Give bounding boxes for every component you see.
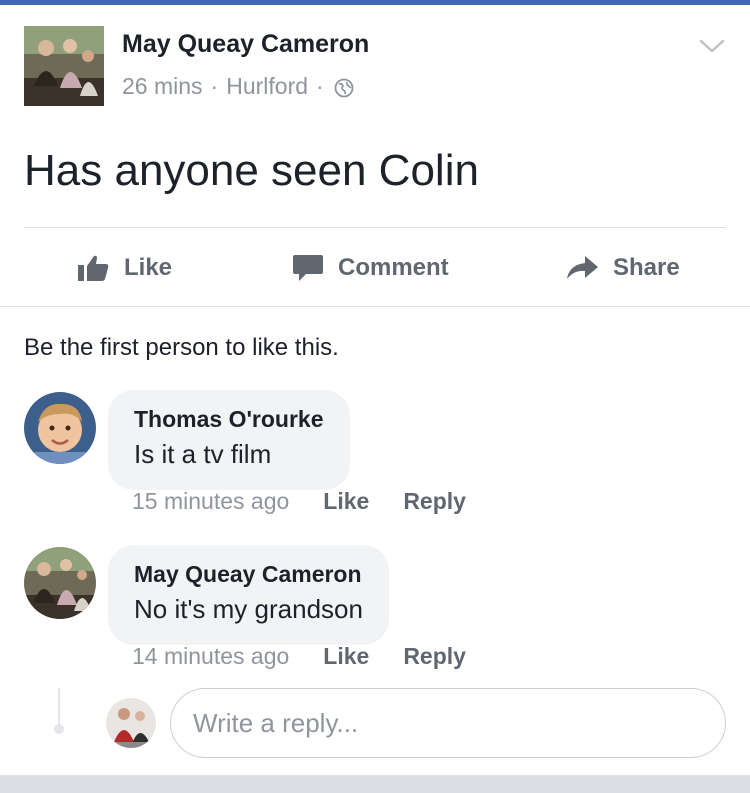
meta-separator: · <box>210 73 219 99</box>
avatar[interactable] <box>24 392 96 464</box>
post-time[interactable]: 26 mins <box>122 73 203 100</box>
comment-author[interactable]: Thomas O'rourke <box>134 404 324 434</box>
current-user-avatar <box>106 698 156 748</box>
comment-text: Is it a tv film <box>134 439 272 469</box>
like-button[interactable]: Like <box>76 238 172 298</box>
meta-separator: · <box>316 73 324 99</box>
comment-icon <box>293 255 323 281</box>
comment-author[interactable]: May Queay Cameron <box>134 559 363 589</box>
avatar-photo <box>106 698 156 748</box>
post-text: Has anyone seen Colin <box>24 146 479 195</box>
comment: Thomas O'rourke Is it a tv film 15 minut… <box>24 390 726 530</box>
comment-button[interactable]: Comment <box>292 238 449 298</box>
likes-summary: Be the first person to like this. <box>24 334 339 361</box>
share-arrow-icon <box>567 256 598 279</box>
divider <box>24 227 726 228</box>
comment-reply-link[interactable]: Reply <box>403 488 466 515</box>
share-label: Share <box>613 254 680 281</box>
comment-reply-link[interactable]: Reply <box>403 643 466 670</box>
avatar[interactable] <box>24 547 96 619</box>
reply-composer <box>0 686 750 760</box>
reply-input[interactable] <box>170 688 726 758</box>
post-actions: Like Comment Share <box>0 238 750 298</box>
comment-time[interactable]: 14 minutes ago <box>132 643 289 670</box>
post-meta: 26 mins · Hurlford · <box>122 73 354 100</box>
comment-like-link[interactable]: Like <box>323 488 369 515</box>
avatar-photo <box>24 547 96 619</box>
comment-bubble: Thomas O'rourke Is it a tv film <box>108 390 350 490</box>
comment-time[interactable]: 15 minutes ago <box>132 488 289 515</box>
post-location[interactable]: Hurlford <box>226 73 308 100</box>
comment: May Queay Cameron No it's my grandson 14… <box>24 545 726 685</box>
comment-text: No it's my grandson <box>134 594 363 624</box>
post-author-name[interactable]: May Queay Cameron <box>122 30 369 59</box>
top-accent-bar <box>0 0 750 5</box>
globe-icon <box>334 77 354 97</box>
avatar-photo <box>24 392 96 464</box>
comment-bubble: May Queay Cameron No it's my grandson <box>108 545 389 645</box>
post-header: May Queay Cameron 26 mins · Hurlford · <box>24 26 726 108</box>
thread-line <box>58 688 60 726</box>
chevron-down-icon[interactable] <box>698 36 726 56</box>
comment-like-link[interactable]: Like <box>323 643 369 670</box>
thread-dot <box>54 724 64 734</box>
divider <box>0 306 750 307</box>
share-button[interactable]: Share <box>565 238 680 298</box>
bottom-bar <box>0 775 750 793</box>
comment-meta: 15 minutes ago Like Reply <box>132 488 466 515</box>
avatar-photo <box>24 26 104 106</box>
comment-meta: 14 minutes ago Like Reply <box>132 643 466 670</box>
post-author-avatar[interactable] <box>24 26 104 106</box>
comment-label: Comment <box>338 254 449 281</box>
like-label: Like <box>124 254 173 281</box>
thumbs-up-icon <box>78 255 109 281</box>
